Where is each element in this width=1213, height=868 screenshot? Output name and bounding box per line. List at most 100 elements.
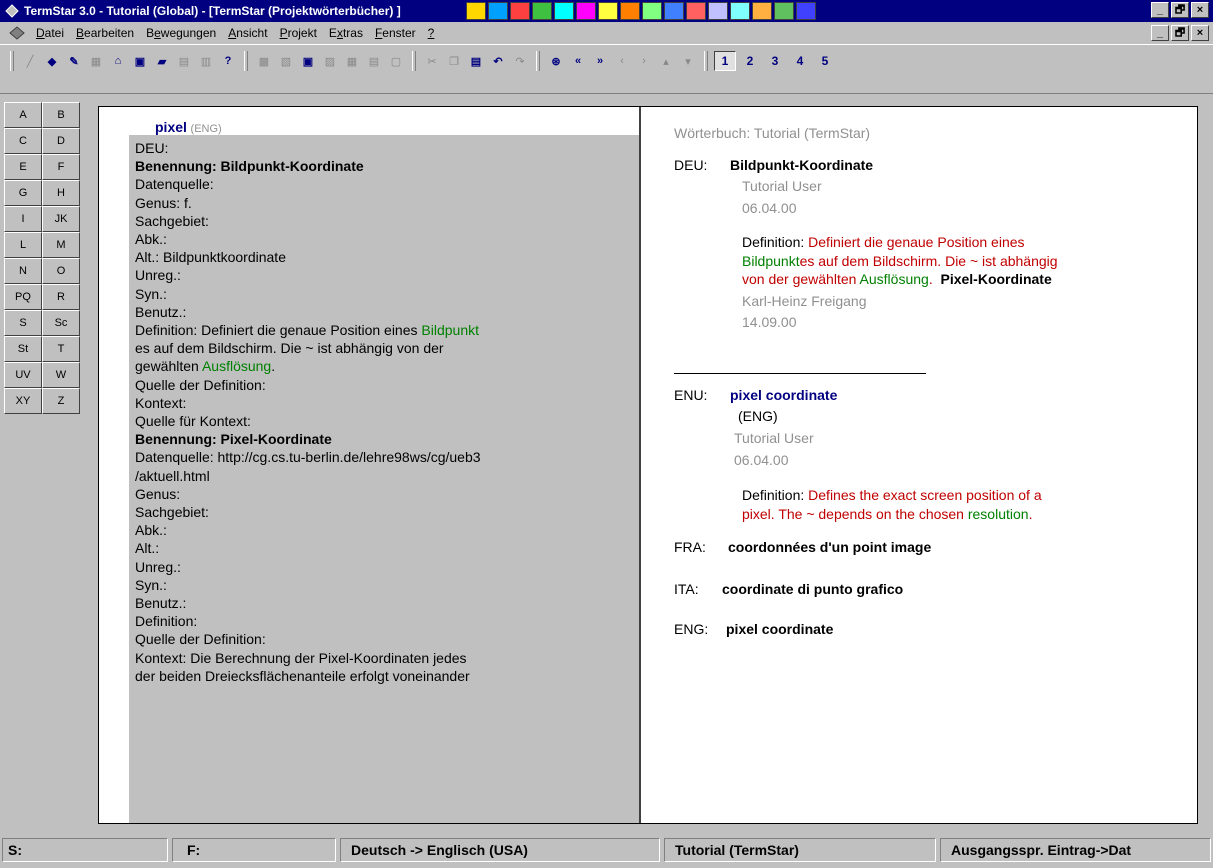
alphabet-button-sc[interactable]: Sc xyxy=(42,310,80,336)
alphabet-button-z[interactable]: Z xyxy=(42,388,80,414)
menu-item-3[interactable]: Ansicht xyxy=(222,26,273,40)
alphabet-button-jk[interactable]: JK xyxy=(42,206,80,232)
tray-icon[interactable] xyxy=(576,2,596,20)
alphabet-button-a[interactable]: A xyxy=(4,102,42,128)
toolbar-grip[interactable] xyxy=(704,51,708,71)
tray-icon[interactable] xyxy=(708,2,728,20)
edit-icon[interactable]: ╱ xyxy=(20,51,40,71)
alphabet-button-b[interactable]: B xyxy=(42,102,80,128)
next-icon[interactable]: › xyxy=(634,51,654,71)
enu-definition-link[interactable]: resolution xyxy=(968,506,1029,522)
last-entry-icon[interactable]: » xyxy=(590,51,610,71)
close-button[interactable]: × xyxy=(1191,2,1209,18)
alphabet-button-i[interactable]: I xyxy=(4,206,42,232)
copy-entry-icon[interactable]: ▦ xyxy=(86,51,106,71)
alphabet-button-h[interactable]: H xyxy=(42,180,80,206)
alphabet-button-n[interactable]: N xyxy=(4,258,42,284)
page-button-5[interactable]: 5 xyxy=(814,51,836,71)
image-icon[interactable]: ▢ xyxy=(386,51,406,71)
tray-icon[interactable] xyxy=(664,2,684,20)
menu-item-7[interactable]: ? xyxy=(422,26,441,40)
tray-icon[interactable] xyxy=(730,2,750,20)
entry-field-link[interactable]: Bildpunkt xyxy=(421,322,479,338)
tray-icon[interactable] xyxy=(466,2,486,20)
new-entry-icon[interactable]: ◆ xyxy=(42,51,62,71)
deu-definition-link[interactable]: Ausflösung xyxy=(860,271,929,287)
entry-field-link[interactable]: Ausflösung xyxy=(202,358,271,374)
save-icon[interactable]: ▣ xyxy=(130,51,150,71)
layout-icon[interactable]: ▧ xyxy=(276,51,296,71)
alphabet-button-g[interactable]: G xyxy=(4,180,42,206)
filter-icon[interactable]: ▩ xyxy=(254,51,274,71)
home-icon[interactable]: ⌂ xyxy=(108,51,128,71)
tray-icon[interactable] xyxy=(532,2,552,20)
menu-item-0[interactable]: Datei xyxy=(30,26,70,40)
alphabet-button-m[interactable]: M xyxy=(42,232,80,258)
help-button[interactable]: ? xyxy=(218,51,238,71)
import-icon[interactable]: ▤ xyxy=(174,51,194,71)
undo-icon[interactable]: ↶ xyxy=(488,51,508,71)
tray-icon[interactable] xyxy=(796,2,816,20)
toolbar-grip[interactable] xyxy=(10,51,14,71)
alphabet-button-c[interactable]: C xyxy=(4,128,42,154)
menu-item-5[interactable]: Extras xyxy=(323,26,369,40)
page-button-1[interactable]: 1 xyxy=(714,51,736,71)
print-icon[interactable]: ▨ xyxy=(320,51,340,71)
pane-divider[interactable] xyxy=(639,107,641,823)
tray-icon[interactable] xyxy=(488,2,508,20)
tray-icon[interactable] xyxy=(510,2,530,20)
cut-icon[interactable]: ✂ xyxy=(422,51,442,71)
tray-icon[interactable] xyxy=(598,2,618,20)
link-icon[interactable]: ✎ xyxy=(64,51,84,71)
doc-minimize-button[interactable]: _ xyxy=(1151,25,1169,41)
menu-item-1[interactable]: Bearbeiten xyxy=(70,26,140,40)
alphabet-button-st[interactable]: St xyxy=(4,336,42,362)
open-icon[interactable]: ▰ xyxy=(152,51,172,71)
tray-icon[interactable] xyxy=(554,2,574,20)
alphabet-button-e[interactable]: E xyxy=(4,154,42,180)
paste-icon[interactable]: ▤ xyxy=(466,51,486,71)
toolbar-grip[interactable] xyxy=(412,51,416,71)
toolbar-grip[interactable] xyxy=(536,51,540,71)
export-icon[interactable]: ▥ xyxy=(196,51,216,71)
alphabet-button-l[interactable]: L xyxy=(4,232,42,258)
alphabet-button-uv[interactable]: UV xyxy=(4,362,42,388)
up-icon[interactable]: ▴ xyxy=(656,51,676,71)
menu-item-2[interactable]: Bewegungen xyxy=(140,26,222,40)
alphabet-button-xy[interactable]: XY xyxy=(4,388,42,414)
settings-icon[interactable]: ▦ xyxy=(342,51,362,71)
previous-icon[interactable]: ‹ xyxy=(612,51,632,71)
tray-icon[interactable] xyxy=(642,2,662,20)
down-icon[interactable]: ▾ xyxy=(678,51,698,71)
tray-icon[interactable] xyxy=(774,2,794,20)
doc-maximize-button[interactable]: 🗗 xyxy=(1171,25,1189,41)
alphabet-button-pq[interactable]: PQ xyxy=(4,284,42,310)
deu-definition-link[interactable]: Bildpunkt xyxy=(742,253,800,269)
app-icon[interactable] xyxy=(4,3,20,19)
tray-icon[interactable] xyxy=(686,2,706,20)
minimize-button[interactable]: _ xyxy=(1151,2,1169,18)
alphabet-button-s[interactable]: S xyxy=(4,310,42,336)
menu-item-6[interactable]: Fenster xyxy=(369,26,422,40)
first-entry-icon[interactable]: « xyxy=(568,51,588,71)
document-icon[interactable] xyxy=(8,25,26,41)
copy-icon[interactable]: ❐ xyxy=(444,51,464,71)
menu-item-4[interactable]: Projekt xyxy=(274,26,323,40)
binoculars-icon[interactable]: ⊛ xyxy=(546,51,566,71)
doc-close-button[interactable]: × xyxy=(1191,25,1209,41)
alphabet-button-w[interactable]: W xyxy=(42,362,80,388)
page-button-4[interactable]: 4 xyxy=(789,51,811,71)
alphabet-button-t[interactable]: T xyxy=(42,336,80,362)
tray-icon[interactable] xyxy=(620,2,640,20)
alphabet-button-r[interactable]: R xyxy=(42,284,80,310)
tray-icon[interactable] xyxy=(752,2,772,20)
tools-icon[interactable]: ▤ xyxy=(364,51,384,71)
alphabet-button-f[interactable]: F xyxy=(42,154,80,180)
alphabet-button-d[interactable]: D xyxy=(42,128,80,154)
view-icon[interactable]: ▣ xyxy=(298,51,318,71)
maximize-button[interactable]: 🗗 xyxy=(1171,2,1189,18)
toolbar-grip[interactable] xyxy=(244,51,248,71)
alphabet-button-o[interactable]: O xyxy=(42,258,80,284)
page-button-2[interactable]: 2 xyxy=(739,51,761,71)
redo-icon[interactable]: ↷ xyxy=(510,51,530,71)
